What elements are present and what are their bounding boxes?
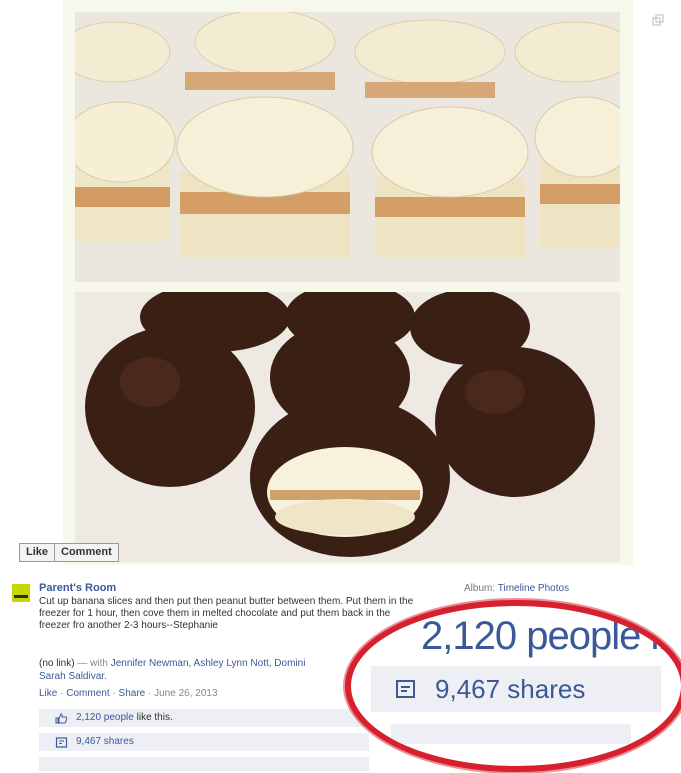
post-meta-actions: Like · Comment · Share · June 26, 2013 (39, 688, 218, 699)
album-info: Album: Timeline Photos (464, 583, 569, 594)
tagged-people: (no link) — with Jennifer Newman, Ashley… (39, 657, 369, 683)
likes-row[interactable]: 2,120 people like this. (39, 709, 369, 727)
zoom-inner: 2,120 people lik 9,467 shares (351, 606, 681, 766)
tagged-last-name-link[interactable]: Sarah Saldivar. (39, 671, 107, 682)
zoom-bottom-bar (391, 724, 631, 744)
like-button[interactable]: Like (19, 543, 56, 562)
tagged-names-link[interactable]: Jennifer Newman, Ashley Lynn Nott, Domin… (111, 658, 306, 669)
page-name-link[interactable]: Parent's Room (39, 582, 116, 594)
thumbs-up-icon (55, 712, 68, 723)
comment-button[interactable]: Comment (55, 543, 119, 562)
photo-action-bar: Like Comment (19, 543, 119, 562)
no-link-text: (no link) (39, 658, 75, 669)
with-label: — with (77, 658, 108, 669)
zoom-shares-row: 9,467 shares (371, 666, 661, 712)
share-icon (55, 736, 68, 748)
chocolate-banana-bites-photo[interactable] (75, 292, 620, 562)
shares-count-link[interactable]: 9,467 shares (76, 733, 134, 751)
expand-icon[interactable] (652, 14, 664, 26)
zoom-share-icon (396, 680, 415, 698)
zoom-likes-text: 2,120 people lik (421, 614, 681, 658)
banana-peanut-butter-photo[interactable] (75, 12, 620, 282)
post-date: June 26, 2013 (154, 688, 218, 699)
likes-count-link[interactable]: 2,120 people (76, 709, 134, 727)
meta-share-link[interactable]: Share (119, 688, 146, 699)
comments-row-partial (39, 757, 369, 771)
likes-suffix: like this. (136, 712, 173, 723)
album-link[interactable]: Timeline Photos (498, 583, 569, 594)
page-avatar[interactable] (12, 584, 30, 602)
meta-like-link[interactable]: Like (39, 688, 57, 699)
meta-comment-link[interactable]: Comment (66, 688, 109, 699)
shares-row[interactable]: 9,467 shares (39, 733, 369, 751)
album-label: Album: (464, 583, 496, 594)
zoom-highlight-circle: 2,120 people lik 9,467 shares (345, 600, 681, 772)
zoom-shares-text: 9,467 shares (435, 673, 586, 704)
